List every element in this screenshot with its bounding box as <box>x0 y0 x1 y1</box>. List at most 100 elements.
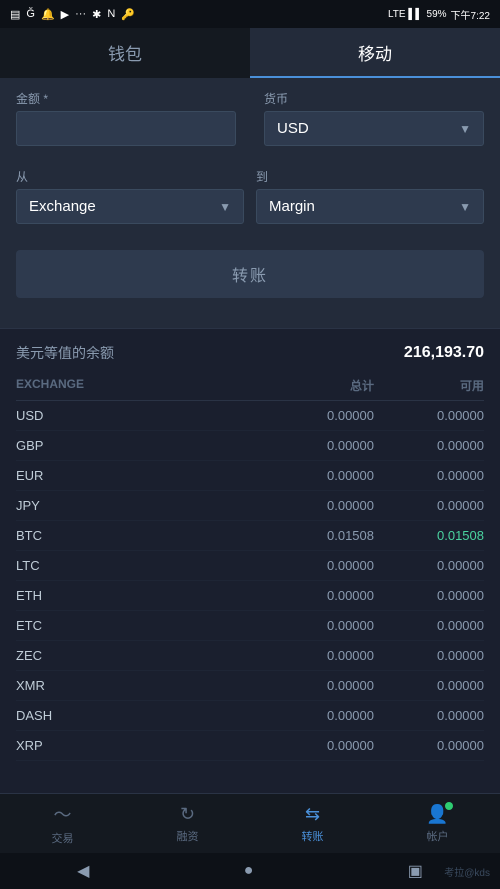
row-total-xrp: 0.00000 <box>264 738 374 753</box>
currency-selector-group: 货币 USD ▼ <box>264 90 484 146</box>
row-avail-gbp: 0.00000 <box>374 438 484 453</box>
row-avail-eur: 0.00000 <box>374 468 484 483</box>
transfer-icon: ⇆ <box>305 804 320 825</box>
home-button[interactable]: ● <box>244 862 254 880</box>
recents-button[interactable]: ▣ <box>408 861 423 881</box>
to-chevron-icon: ▼ <box>459 200 471 214</box>
nav-item-transfer[interactable]: ⇆ 转账 <box>250 794 375 853</box>
funding-label: 融资 <box>177 828 199 844</box>
time-text: 下午7:22 <box>451 7 490 22</box>
tab-wallet[interactable]: 钱包 <box>0 28 250 78</box>
row-total-eur: 0.00000 <box>264 468 374 483</box>
row-total-btc: 0.01508 <box>264 528 374 543</box>
row-avail-dash: 0.00000 <box>374 708 484 723</box>
icon-bluetooth: ✱ <box>92 8 101 21</box>
currency-select[interactable]: USD ▼ <box>264 111 484 146</box>
amount-input[interactable] <box>16 111 236 146</box>
table-row: USD 0.00000 0.00000 <box>16 401 484 431</box>
to-label: 到 <box>256 168 484 185</box>
battery-text: 59% <box>427 9 447 20</box>
row-name-gbp: GBP <box>16 438 264 453</box>
form-section: 金额 * 货币 USD ▼ 从 Exchange ▼ 到 Margin ▼ <box>0 78 500 328</box>
watermark: 考拉@kds <box>444 864 490 879</box>
trade-label: 交易 <box>52 830 74 846</box>
row-avail-etc: 0.00000 <box>374 618 484 633</box>
row-total-gbp: 0.00000 <box>264 438 374 453</box>
table-row: XRP 0.00000 0.00000 <box>16 731 484 761</box>
row-name-xrp: XRP <box>16 738 264 753</box>
row-name-dash: DASH <box>16 708 264 723</box>
icon-play: ▶ <box>61 8 69 21</box>
status-right-icons: LTE ▌▌ 59% 下午7:22 <box>388 7 490 22</box>
transfer-btn-wrapper: 转账 <box>16 240 484 312</box>
asset-table: EXCHANGE 总计 可用 USD 0.00000 0.00000 GBP 0… <box>0 369 500 761</box>
status-left-icons: ▤ Ğ 🔔 ▶ ··· ✱ N 🔑 <box>10 8 135 21</box>
table-row: JPY 0.00000 0.00000 <box>16 491 484 521</box>
row-name-jpy: JPY <box>16 498 264 513</box>
row-name-zec: ZEC <box>16 648 264 663</box>
nav-item-trade[interactable]: 〜 交易 <box>0 794 125 853</box>
amount-label: 金额 * <box>16 90 236 107</box>
table-row: ETC 0.00000 0.00000 <box>16 611 484 641</box>
table-header: EXCHANGE 总计 可用 <box>16 369 484 401</box>
row-avail-jpy: 0.00000 <box>374 498 484 513</box>
table-row: ETH 0.00000 0.00000 <box>16 581 484 611</box>
nav-item-funding[interactable]: ↻ 融资 <box>125 794 250 853</box>
th-available: 可用 <box>374 377 484 394</box>
th-total: 总计 <box>264 377 374 394</box>
table-row: BTC 0.01508 0.01508 <box>16 521 484 551</box>
row-avail-zec: 0.00000 <box>374 648 484 663</box>
top-tab-bar: 钱包 移动 <box>0 28 500 78</box>
row-total-xmr: 0.00000 <box>264 678 374 693</box>
row-total-dash: 0.00000 <box>264 708 374 723</box>
balance-label: 美元等值的余额 <box>16 343 114 363</box>
account-icon: 👤 <box>426 804 448 825</box>
row-name-etc: ETC <box>16 618 264 633</box>
currency-label: 货币 <box>264 90 484 107</box>
to-select[interactable]: Margin ▼ <box>256 189 484 224</box>
icon-bell: 🔔 <box>41 8 55 21</box>
row-name-eth: ETH <box>16 588 264 603</box>
transfer-nav-label: 转账 <box>302 828 324 844</box>
status-bar: ▤ Ğ 🔔 ▶ ··· ✱ N 🔑 LTE ▌▌ 59% 下午7:22 <box>0 0 500 28</box>
amount-field-group: 金额 * <box>16 90 236 146</box>
icon-nfc: N <box>107 8 115 20</box>
account-label: 帐户 <box>427 828 449 844</box>
to-field-group: 到 Margin ▼ <box>256 168 484 224</box>
bottom-nav: 〜 交易 ↻ 融资 ⇆ 转账 👤 帐户 <box>0 793 500 853</box>
icon-dots: ··· <box>75 8 86 20</box>
from-field-group: 从 Exchange ▼ <box>16 168 244 224</box>
back-button[interactable]: ◀ <box>77 861 89 881</box>
section-label: EXCHANGE <box>16 377 264 394</box>
row-name-eur: EUR <box>16 468 264 483</box>
trade-icon: 〜 <box>54 801 72 827</box>
from-label: 从 <box>16 168 244 185</box>
row-avail-xrp: 0.00000 <box>374 738 484 753</box>
row-avail-ltc: 0.00000 <box>374 558 484 573</box>
to-value: Margin <box>269 198 315 215</box>
table-row: EUR 0.00000 0.00000 <box>16 461 484 491</box>
online-status-dot <box>445 802 453 810</box>
row-total-etc: 0.00000 <box>264 618 374 633</box>
row-avail-btc: 0.01508 <box>374 528 484 543</box>
icon-app: Ğ <box>26 8 35 20</box>
row-total-ltc: 0.00000 <box>264 558 374 573</box>
from-chevron-icon: ▼ <box>219 200 231 214</box>
signal-icon: LTE ▌▌ <box>388 9 423 20</box>
account-icon-wrapper: 👤 <box>426 804 448 825</box>
table-row: XMR 0.00000 0.00000 <box>16 671 484 701</box>
currency-value: USD <box>277 120 309 137</box>
row-name-xmr: XMR <box>16 678 264 693</box>
funding-icon: ↻ <box>180 804 195 825</box>
row-total-eth: 0.00000 <box>264 588 374 603</box>
nav-item-account[interactable]: 👤 帐户 <box>375 794 500 853</box>
from-select[interactable]: Exchange ▼ <box>16 189 244 224</box>
table-body: USD 0.00000 0.00000 GBP 0.00000 0.00000 … <box>16 401 484 761</box>
row-avail-xmr: 0.00000 <box>374 678 484 693</box>
transfer-button[interactable]: 转账 <box>16 250 484 298</box>
tab-move[interactable]: 移动 <box>250 28 500 78</box>
table-row: DASH 0.00000 0.00000 <box>16 701 484 731</box>
table-row: ZEC 0.00000 0.00000 <box>16 641 484 671</box>
from-value: Exchange <box>29 198 96 215</box>
row-avail-usd: 0.00000 <box>374 408 484 423</box>
